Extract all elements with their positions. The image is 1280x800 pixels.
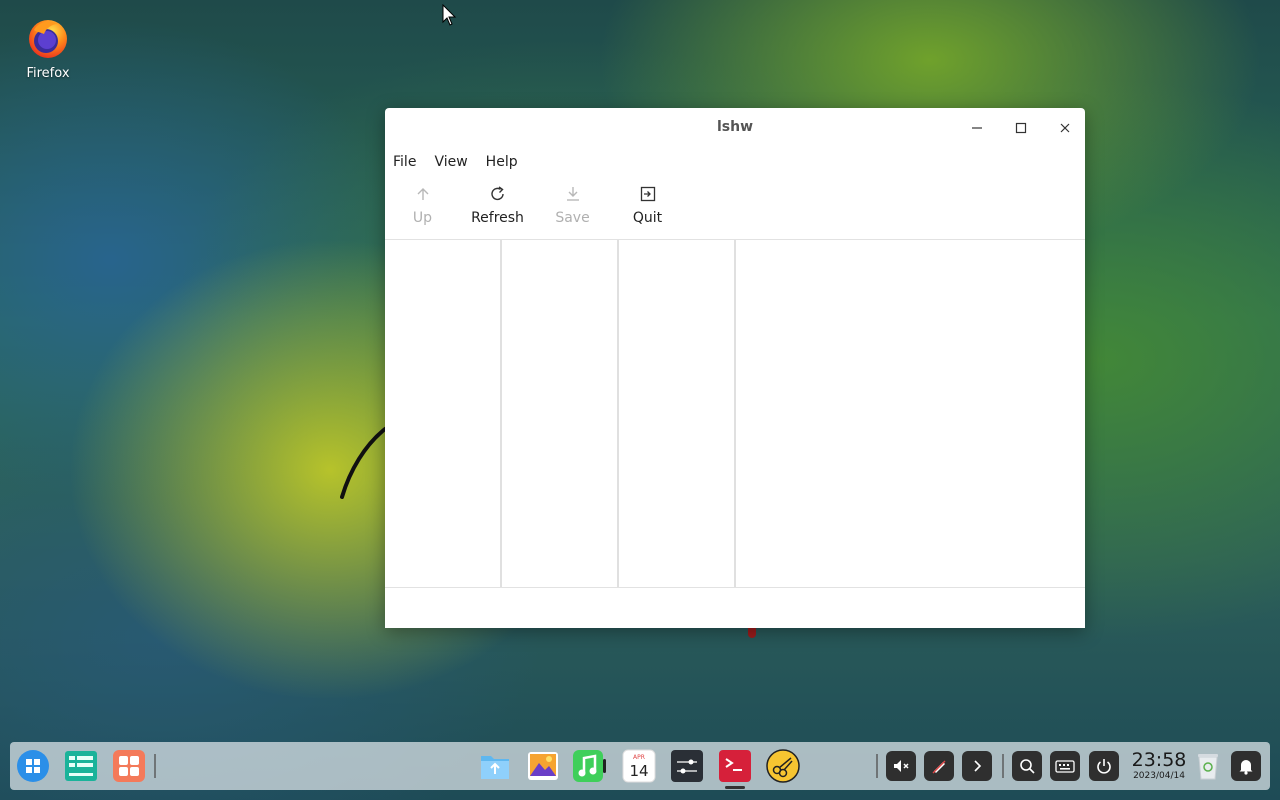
window-titlebar[interactable]: lshw — [385, 108, 1085, 148]
save-button[interactable]: Save — [535, 180, 610, 238]
device-browser — [385, 239, 1085, 587]
screenshot-tool-button[interactable] — [766, 749, 800, 783]
menu-view[interactable]: View — [426, 150, 475, 174]
minimize-icon — [972, 127, 982, 129]
clock-date: 2023/04/14 — [1133, 771, 1185, 781]
launcher-button[interactable] — [16, 749, 50, 783]
clock-time: 23:58 — [1131, 749, 1187, 771]
refresh-icon — [489, 180, 507, 208]
taskbar-separator — [154, 754, 156, 778]
close-button[interactable] — [1053, 116, 1077, 140]
calendar-button[interactable]: APR 14 — [622, 749, 656, 783]
clock[interactable]: 23:58 2023/04/14 — [1128, 750, 1190, 782]
tray-expand-button[interactable] — [962, 751, 992, 781]
keyboard-button[interactable] — [1050, 751, 1080, 781]
terminal-active-indicator — [725, 786, 745, 789]
device-column-2[interactable] — [502, 240, 619, 587]
mouse-cursor-icon — [442, 4, 457, 26]
refresh-button-label: Refresh — [471, 210, 524, 226]
maximize-icon — [1015, 122, 1027, 134]
calendar-month: APR — [633, 754, 645, 761]
maximize-button[interactable] — [1009, 116, 1033, 140]
close-icon — [1060, 123, 1070, 133]
terminal-icon — [719, 750, 751, 782]
multitask-view-icon — [65, 751, 97, 781]
bell-icon — [1239, 760, 1253, 775]
menu-file[interactable]: File — [385, 150, 424, 174]
app-store-button[interactable] — [112, 749, 146, 783]
network-button[interactable] — [924, 751, 954, 781]
photo-icon — [528, 752, 558, 780]
up-button[interactable]: Up — [385, 180, 460, 238]
menu-bar: File View Help — [385, 150, 528, 174]
firefox-icon — [26, 16, 70, 60]
app-grid-icon — [113, 750, 145, 782]
taskbar-separator — [1002, 754, 1004, 778]
status-bar — [385, 587, 1085, 629]
terminal-button[interactable] — [718, 749, 752, 783]
volume-button[interactable] — [886, 751, 916, 781]
chevron-right-icon — [974, 760, 982, 772]
trash-icon — [1198, 754, 1218, 780]
desktop-icon-label: Firefox — [26, 66, 70, 81]
quit-button[interactable]: Quit — [610, 180, 685, 238]
search-button[interactable] — [1012, 751, 1042, 781]
desktop-icon-firefox[interactable]: Firefox — [18, 16, 78, 81]
power-button[interactable] — [1089, 751, 1119, 781]
multitask-view-button[interactable] — [64, 749, 98, 783]
refresh-button[interactable]: Refresh — [460, 180, 535, 238]
music-button[interactable] — [572, 749, 606, 783]
keyboard-icon — [1055, 760, 1075, 773]
toolbar: Up Refresh Save Quit — [385, 180, 685, 238]
device-details-pane[interactable] — [736, 240, 1085, 587]
volume-muted-icon — [894, 760, 909, 772]
launcher-icon — [17, 750, 49, 782]
pen-icon — [932, 760, 946, 774]
search-icon — [1020, 759, 1035, 774]
calendar-day: 14 — [629, 762, 648, 780]
file-manager-button[interactable] — [478, 749, 512, 783]
device-column-1[interactable] — [385, 240, 502, 587]
folder-icon — [481, 756, 509, 779]
lshw-window: lshw File View Help Up Refresh Save Quit — [385, 108, 1085, 628]
settings-sliders-icon — [671, 750, 703, 782]
menu-help[interactable]: Help — [478, 150, 526, 174]
scissors-icon — [766, 749, 800, 783]
control-center-button[interactable] — [670, 749, 704, 783]
taskbar-separator — [876, 754, 878, 778]
minimize-button[interactable] — [965, 116, 989, 140]
music-note-icon — [573, 750, 606, 782]
arrow-up-icon — [415, 180, 431, 208]
trash-button[interactable] — [1194, 750, 1222, 782]
quit-button-label: Quit — [632, 210, 663, 226]
save-icon — [565, 180, 581, 208]
up-button-label: Up — [412, 210, 433, 226]
save-button-label: Save — [555, 210, 590, 226]
device-column-3[interactable] — [619, 240, 736, 587]
taskbar: APR 14 23:58 2023/04/14 — [10, 742, 1270, 790]
power-icon — [1097, 759, 1111, 774]
image-viewer-button[interactable] — [526, 749, 560, 783]
calendar-icon: APR 14 — [622, 749, 656, 783]
exit-icon — [639, 180, 657, 208]
notifications-button[interactable] — [1231, 751, 1261, 781]
